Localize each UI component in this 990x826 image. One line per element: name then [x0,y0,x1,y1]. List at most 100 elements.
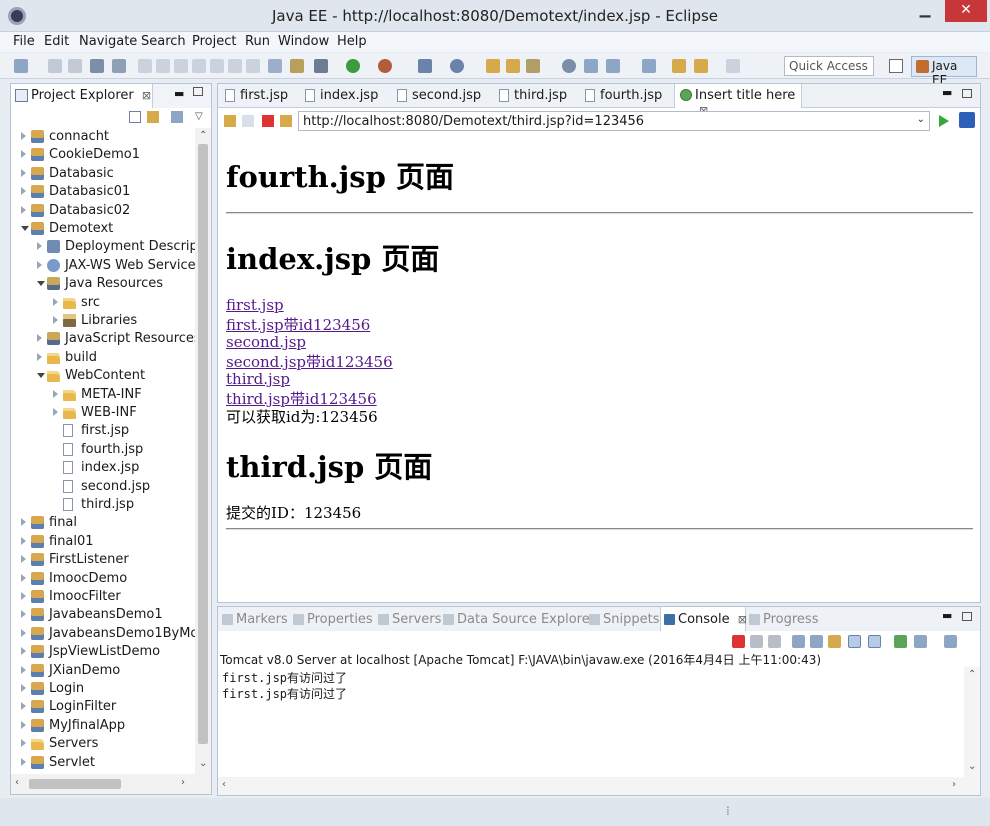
tree-item[interactable]: src [11,294,195,312]
remove-all-icon[interactable] [768,635,781,648]
scroll-right-icon[interactable]: › [181,777,185,788]
link-third[interactable]: third.jsp [226,370,290,388]
tree-item[interactable]: Libraries [11,312,195,330]
tab-fourth-jsp[interactable]: fourth.jsp [580,84,674,108]
tree-item[interactable]: FirstListener [11,551,195,569]
tree-item[interactable]: Java Resources [11,275,195,293]
save-all-icon[interactable] [68,59,82,73]
link-second[interactable]: second.jsp [226,333,306,351]
disconnect-icon[interactable] [192,59,206,73]
tree-item[interactable]: Servers [11,735,195,753]
open-type-icon[interactable] [486,59,500,73]
minimize-icon[interactable]: ▬ [942,86,952,99]
tab-index-jsp[interactable]: index.jsp [300,84,392,108]
minimize-icon[interactable]: ▬ [174,87,184,100]
forward-arrow-icon[interactable] [694,59,708,73]
open-console-icon[interactable] [944,635,957,648]
collapsed-chevron-icon[interactable] [21,628,26,637]
tree-item[interactable]: CookieDemo1 [11,146,195,164]
new-server-icon[interactable] [418,59,432,73]
menu-run[interactable]: Run [245,34,270,49]
tree-item[interactable]: JXianDemo [11,662,195,680]
run-icon[interactable] [346,59,360,73]
tree-item[interactable]: Databasic [11,165,195,183]
tree-item[interactable]: JAX-WS Web Services [11,257,195,275]
collapsed-chevron-icon[interactable] [37,334,42,343]
console-output[interactable]: first.jsp有访问过了 first.jsp有访问过了 [220,667,962,777]
collapsed-chevron-icon[interactable] [37,352,42,361]
explorer-vertical-scrollbar[interactable]: ⌃ ⌄ [195,128,211,774]
tab-first-jsp[interactable]: first.jsp [220,84,298,108]
collapsed-chevron-icon[interactable] [21,573,26,582]
display-console-icon[interactable] [914,635,927,648]
last-edit-icon[interactable] [642,59,656,73]
scroll-left-icon[interactable]: ‹ [15,777,19,788]
console-horizontal-scrollbar[interactable]: ‹ › [218,777,980,795]
filter-icon[interactable] [171,111,183,123]
maximize-icon[interactable] [962,612,972,621]
close-icon[interactable]: ⊠ [142,89,151,102]
expanded-chevron-icon[interactable] [37,281,45,287]
expanded-chevron-icon[interactable] [21,226,29,231]
tree-item[interactable]: fourth.jsp [11,441,195,459]
save-icon[interactable] [48,59,62,73]
collapse-all-icon[interactable] [129,111,141,123]
collapsed-chevron-icon[interactable] [53,316,58,324]
scroll-up-icon[interactable]: ⌃ [199,130,207,141]
tree-item[interactable]: Databasic01 [11,183,195,201]
collapsed-chevron-icon[interactable] [21,757,26,766]
step-return-icon[interactable] [246,59,260,73]
quick-access-input[interactable]: Quick Access [784,56,874,76]
tree-item[interactable]: WebContent [11,367,195,385]
tab-snippets[interactable]: Snippets [586,607,659,631]
tree-item[interactable]: final [11,514,195,532]
print-icon[interactable] [90,59,104,73]
scroll-lock-icon[interactable] [810,635,823,648]
collapsed-chevron-icon[interactable] [21,150,26,159]
tree-item[interactable]: first.jsp [11,422,195,440]
tree-item[interactable]: build [11,349,195,367]
console-vertical-scrollbar[interactable]: ⌃ ⌄ [964,667,980,777]
menu-help[interactable]: Help [337,34,367,49]
tab-servers[interactable]: Servers [375,607,441,631]
tree-item[interactable]: index.jsp [11,459,195,477]
url-input[interactable]: http://localhost:8080/Demotext/third.jsp… [298,111,930,131]
tree-item[interactable]: Databasic02 [11,202,195,220]
menu-navigate[interactable]: Navigate [79,34,137,49]
close-button[interactable]: ✕ [945,0,987,22]
suspend-icon[interactable] [156,59,170,73]
tab-project-explorer[interactable]: Project Explorer ⊠ [11,84,153,108]
tree-item[interactable]: JspViewListDemo [11,643,195,661]
annotation-icon[interactable] [584,59,598,73]
web-browser-icon[interactable] [450,59,464,73]
collapsed-chevron-icon[interactable] [21,187,26,196]
menu-window[interactable]: Window [278,34,329,49]
scroll-left-icon[interactable]: ‹ [222,779,226,790]
menu-project[interactable]: Project [192,34,236,49]
scroll-thumb[interactable] [29,779,121,789]
clear-console-icon[interactable] [792,635,805,648]
new-icon[interactable] [14,59,28,73]
view-menu-icon[interactable]: ▽ [195,111,203,122]
search-icon[interactable] [526,59,540,73]
tree-item[interactable]: second.jsp [11,478,195,496]
collapsed-chevron-icon[interactable] [21,168,26,177]
tree-item[interactable]: JavabeansDemo1 [11,606,195,624]
collapsed-chevron-icon[interactable] [21,610,26,619]
next-icon[interactable] [726,59,740,73]
java-ee-perspective-button[interactable]: Java EE [911,56,977,87]
show-on-stderr-icon[interactable] [868,635,881,648]
collapsed-chevron-icon[interactable] [21,720,26,729]
link-first[interactable]: first.jsp [226,296,284,314]
globe-icon[interactable] [562,59,576,73]
chevron-down-icon[interactable]: ⌄ [917,114,925,125]
maximize-icon[interactable] [193,87,203,96]
terminate-icon[interactable] [174,59,188,73]
tree-item[interactable]: connacht [11,128,195,146]
tree-item[interactable]: JavaScript Resources [11,330,195,348]
terminate-icon[interactable] [732,635,745,648]
tab-progress[interactable]: Progress [746,607,818,631]
minimize-icon[interactable]: ▬ [942,609,952,622]
link-second-with-id[interactable]: second.jsp带id123456 [226,351,393,372]
tree-item[interactable]: ImoocFilter [11,588,195,606]
